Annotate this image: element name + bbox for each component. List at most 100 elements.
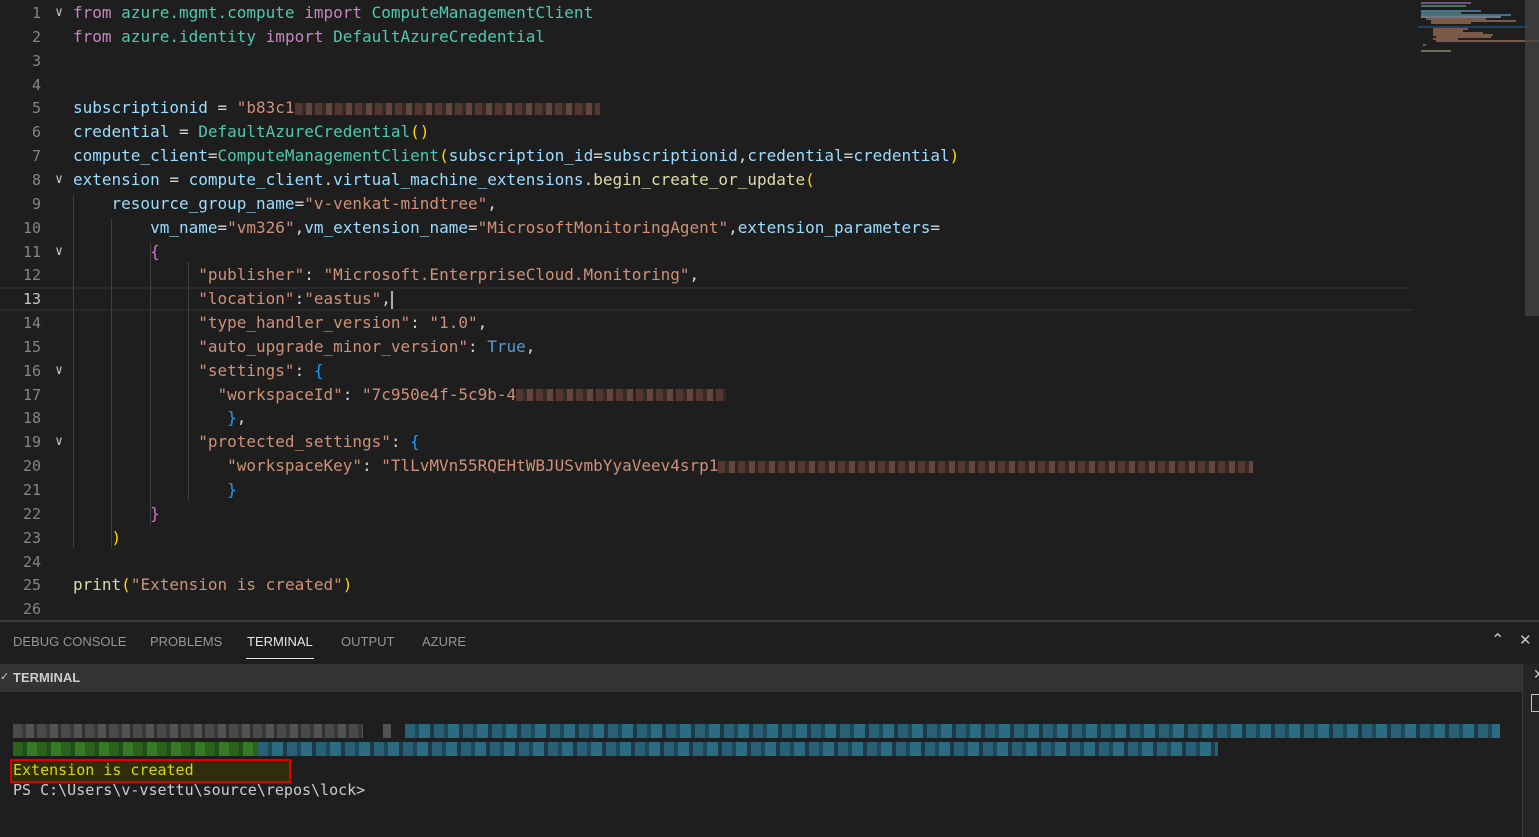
fold-chevron-icon[interactable]: ∨ [52, 240, 66, 264]
line-number: 21 [22, 481, 41, 499]
fold-chevron-icon[interactable]: ∨ [52, 359, 66, 383]
code-token: "location" [198, 289, 295, 309]
code-token: "type_handler_version" [198, 313, 411, 333]
code-token: , [236, 408, 247, 428]
code-editor[interactable]: 1 ∨ from azure.mgmt.compute import Compute… [0, 0, 1539, 622]
code-token: "7c950e4f-5c9b-4 [362, 384, 517, 404]
line-number: 14 [22, 314, 41, 333]
minimap-line [1421, 50, 1451, 52]
code-token: from [73, 3, 112, 22]
code-token: : [294, 289, 305, 309]
code-text: { [73, 240, 160, 264]
code-token: subscription_id [448, 146, 594, 166]
code-token: , [728, 217, 738, 237]
fold-chevron-icon[interactable]: ∨ [52, 430, 66, 454]
code-token: = [169, 122, 199, 142]
code-line[interactable]: 11 ∨ { [0, 240, 1412, 264]
line-number: 18 [22, 409, 41, 428]
code-text: print("Extension is created") [73, 573, 352, 597]
document-icon[interactable] [1531, 694, 1539, 712]
line-number: 16 [22, 361, 41, 380]
code-text: "auto_upgrade_minor_version": True, [73, 335, 535, 359]
code-line[interactable]: 2 from azure.identity import DefaultAzure… [0, 25, 1412, 49]
close-icon[interactable]: ✕ [1533, 667, 1539, 683]
terminal-side-toolbar: ✕ [1522, 664, 1539, 837]
tab-output[interactable]: OUTPUT [341, 634, 394, 649]
code-token: "protected_settings" [198, 432, 391, 452]
code-line[interactable]: 24 [0, 550, 1412, 574]
code-line[interactable]: 9 resource_group_name="v-venkat-mindtree… [0, 192, 1412, 216]
code-token: "b83c1 [236, 98, 295, 118]
code-line[interactable]: 18 }, [0, 406, 1412, 430]
line-number: 9 [31, 194, 41, 213]
code-line[interactable]: 17 "workspaceId": "7c950e4f-5c9b-4 [0, 383, 1412, 407]
code-line[interactable]: 8 ∨ extension = compute_client.virtual_mac… [0, 168, 1412, 192]
code-text: from azure.mgmt.compute import ComputeMa… [73, 1, 593, 25]
fold-chevron-icon[interactable]: ∨ [52, 168, 66, 192]
code-text: resource_group_name="v-venkat-mindtree", [73, 192, 497, 216]
code-token: import [304, 3, 362, 22]
line-number: 19 [22, 433, 41, 452]
code-line[interactable]: 16 ∨ "settings": { [0, 359, 1412, 383]
tab-problems[interactable]: PROBLEMS [150, 634, 222, 649]
code-line[interactable]: 13 "location":"eastus", [0, 287, 1412, 312]
line-number: 12 [22, 266, 41, 285]
line-number: 1 [31, 4, 41, 22]
code-line[interactable]: 10 vm_name="vm326",vm_extension_name="Mi… [0, 216, 1412, 240]
terminal-output-line: Extension is created [13, 761, 194, 779]
code-line[interactable]: 25 print("Extension is created") [0, 573, 1412, 597]
code-line[interactable]: 1 ∨ from azure.mgmt.compute import Compute… [0, 1, 1412, 25]
code-text: "workspaceId": "7c950e4f-5c9b-4 [73, 383, 727, 407]
code-line[interactable]: 14 "type_handler_version": "1.0", [0, 311, 1412, 335]
tab-debug-console[interactable]: DEBUG CONSOLE [13, 634, 126, 649]
close-icon[interactable]: ✕ [1519, 631, 1532, 649]
minimap-line [1421, 2, 1471, 4]
terminal-prompt: PS C:\Users\v-vsettu\source\repos\lock> [13, 781, 366, 799]
code-token: azure.identity [121, 26, 257, 46]
code-token: { [313, 360, 324, 380]
fold-chevron-icon[interactable]: ∨ [52, 1, 66, 25]
code-token: extension [73, 169, 160, 189]
code-line[interactable]: 12 "publisher": "Microsoft.EnterpriseClo… [0, 263, 1412, 287]
code-token: subscriptionid [602, 146, 738, 166]
code-line[interactable]: 21 } [0, 478, 1412, 502]
code-token: compute_client [188, 169, 324, 189]
code-token: . [583, 169, 594, 189]
indent-guide [188, 262, 189, 500]
code-token: import [265, 26, 324, 46]
line-number: 5 [31, 99, 41, 118]
chevron-up-icon[interactable]: ⌃ [1491, 630, 1504, 649]
terminal-section-header[interactable]: ✓ TERMINAL [0, 664, 1522, 692]
redacted-command [13, 724, 363, 738]
line-number: 26 [22, 600, 41, 619]
code-line[interactable]: 23 ) [0, 526, 1412, 550]
code-token: "Microsoft.EnterpriseCloud.Monitoring" [323, 265, 690, 285]
code-token: } [150, 503, 160, 523]
code-line[interactable]: 6 credential = DefaultAzureCredential() [0, 120, 1412, 144]
redacted-value [718, 460, 1254, 473]
code-token: "settings" [198, 360, 295, 380]
code-line[interactable]: 15 "auto_upgrade_minor_version": True, [0, 335, 1412, 359]
code-line[interactable]: 26 [0, 597, 1412, 621]
tab-azure[interactable]: AZURE [422, 634, 466, 649]
tab-terminal[interactable]: TERMINAL [246, 634, 314, 659]
code-line[interactable]: 3 [0, 49, 1412, 73]
redacted-command [383, 724, 391, 738]
code-line[interactable]: 5 subscriptionid = "b83c1 [0, 96, 1412, 120]
code-line[interactable]: 22 } [0, 502, 1412, 526]
code-text: subscriptionid = "b83c1 [73, 96, 600, 120]
minimap[interactable] [1418, 0, 1539, 60]
code-line[interactable]: 19 ∨ "protected_settings": { [0, 430, 1412, 454]
code-line[interactable]: 7 compute_client=ComputeManagementClient(… [0, 144, 1412, 168]
editor-scrollbar[interactable] [1525, 0, 1539, 316]
code-token: = [294, 193, 305, 213]
code-token: "auto_upgrade_minor_version" [198, 336, 468, 356]
code-line[interactable]: 20 "workspaceKey": "TlLvMVn55RQEHtWBJUSv… [0, 454, 1412, 478]
code-line[interactable]: 4 [0, 73, 1412, 97]
code-text: compute_client=ComputeManagementClient(s… [73, 144, 959, 168]
